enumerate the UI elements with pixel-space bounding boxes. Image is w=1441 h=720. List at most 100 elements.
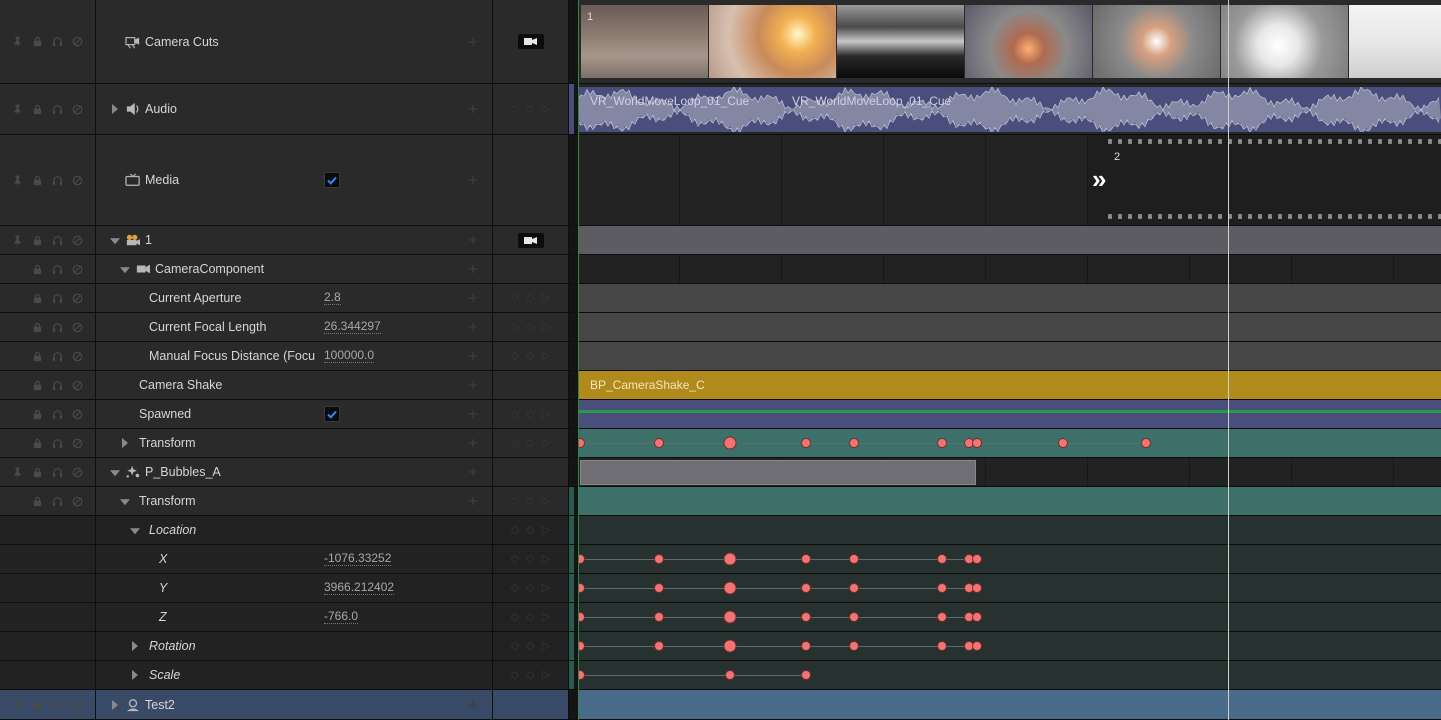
keyframe[interactable] (723, 610, 737, 624)
add-key-icon[interactable]: ◇ (526, 408, 534, 420)
collapse-arrow-icon[interactable] (120, 499, 130, 506)
track-name-cell[interactable]: Location (96, 516, 493, 544)
track-row-audio[interactable]: Audio + ◇ ◇ ▷ VR_WorldMoveLoop_01_Cue VR_World… (0, 84, 1441, 135)
keyframe[interactable] (578, 583, 585, 593)
track-name-cell[interactable]: Audio + (96, 84, 493, 134)
next-key-icon[interactable]: ▷ (542, 495, 550, 507)
camera-lock-button[interactable] (517, 34, 544, 49)
track-row-spawned[interactable]: Spawned + ◇ ◇ ▷ (0, 400, 1441, 429)
timeline-lane[interactable] (578, 400, 1441, 428)
expand-arrow-icon[interactable] (112, 104, 118, 114)
timeline-lane[interactable] (578, 545, 1441, 573)
keyframe[interactable] (937, 554, 947, 564)
collapse-arrow-icon[interactable] (120, 267, 130, 274)
lock-icon[interactable] (32, 174, 44, 186)
add-track-button[interactable]: + (468, 435, 478, 452)
timeline-lane[interactable] (578, 574, 1441, 602)
headphones-icon[interactable] (52, 408, 64, 420)
timeline-lane[interactable] (578, 516, 1441, 544)
keyframe-track[interactable] (578, 574, 1441, 602)
next-key-icon[interactable]: ▷ (542, 292, 550, 304)
keyframe-track[interactable] (578, 545, 1441, 573)
track-row-location[interactable]: Location ◇ ◇ ▷ (0, 516, 1441, 545)
property-value-field[interactable]: -766.0 (324, 610, 359, 624)
camera-shake-section[interactable]: BP_CameraShake_C (578, 371, 1441, 399)
headphones-icon[interactable] (52, 699, 64, 711)
headphones-icon[interactable] (52, 437, 64, 449)
track-row-transform[interactable]: Transform + ◇ ◇ ▷ (0, 429, 1441, 458)
add-key-icon[interactable]: ◇ (526, 611, 534, 623)
add-track-button[interactable]: + (468, 172, 478, 189)
timeline-lane[interactable]: 2» (578, 135, 1441, 225)
prev-key-icon[interactable]: ◇ (511, 321, 519, 333)
keyframe[interactable] (801, 670, 811, 680)
headphones-icon[interactable] (52, 263, 64, 275)
expand-arrow-icon[interactable] (122, 438, 128, 448)
timeline-lane[interactable] (578, 603, 1441, 631)
timeline-lane[interactable] (578, 632, 1441, 660)
add-key-icon[interactable]: ◇ (526, 437, 534, 449)
track-row-scale[interactable]: Scale ◇ ◇ ▷ (0, 661, 1441, 690)
add-track-button[interactable]: + (468, 696, 478, 713)
pin-icon[interactable] (12, 174, 24, 186)
keyframe[interactable] (578, 670, 585, 680)
timeline-lane[interactable] (578, 226, 1441, 254)
timeline-lane[interactable]: BP_CameraShake_C (578, 371, 1441, 399)
timeline-lane[interactable] (578, 255, 1441, 283)
track-name-cell[interactable]: Camera Shake + (96, 371, 493, 399)
mute-icon[interactable] (72, 495, 84, 507)
mute-icon[interactable] (72, 103, 84, 115)
keyframe-track[interactable] (578, 661, 1441, 689)
keyframe[interactable] (578, 641, 585, 651)
next-key-icon[interactable]: ▷ (542, 582, 550, 594)
track-row-camera-cuts[interactable]: Camera Cuts +1 (0, 0, 1441, 84)
track-row-bubbles-transform[interactable]: Transform + ◇ ◇ ▷ (0, 487, 1441, 516)
add-track-button[interactable]: + (468, 232, 478, 249)
track-row-loc-y[interactable]: Y 3966.212402 ◇ ◇ ▷ (0, 574, 1441, 603)
mute-icon[interactable] (72, 174, 84, 186)
track-name-cell[interactable]: Transform + (96, 429, 493, 457)
test2-section[interactable] (578, 690, 1441, 719)
lock-icon[interactable] (32, 36, 44, 48)
add-track-button[interactable]: + (468, 261, 478, 278)
add-key-icon[interactable]: ◇ (526, 640, 534, 652)
prev-key-icon[interactable]: ◇ (511, 524, 519, 536)
prev-key-icon[interactable]: ◇ (511, 495, 519, 507)
keyframe[interactable] (937, 583, 947, 593)
expand-arrow-icon[interactable] (132, 670, 138, 680)
collapse-arrow-icon[interactable] (110, 470, 120, 477)
track-row-loc-x[interactable]: X -1076.33252 ◇ ◇ ▷ (0, 545, 1441, 574)
keyframe[interactable] (972, 612, 982, 622)
keyframe[interactable] (849, 554, 859, 564)
keyframe[interactable] (972, 554, 982, 564)
track-row-shot-1[interactable]: 1 + (0, 226, 1441, 255)
track-row-camera-shake[interactable]: Camera Shake + BP_CameraShake_C (0, 371, 1441, 400)
property-section[interactable] (578, 313, 1441, 341)
track-row-media[interactable]: Media +2» (0, 135, 1441, 226)
pin-icon[interactable] (12, 36, 24, 48)
pin-icon[interactable] (12, 699, 24, 711)
mute-icon[interactable] (72, 321, 84, 333)
add-track-button[interactable]: + (468, 319, 478, 336)
keyframe[interactable] (1058, 438, 1068, 448)
track-row-rotation[interactable]: Rotation ◇ ◇ ▷ (0, 632, 1441, 661)
add-track-button[interactable]: + (468, 33, 478, 50)
keyframe[interactable] (937, 641, 947, 651)
keyframe[interactable] (723, 552, 737, 566)
keyframe-track[interactable] (578, 429, 1441, 457)
prev-key-icon[interactable]: ◇ (511, 611, 519, 623)
timeline-lane[interactable] (578, 458, 1441, 486)
lock-icon[interactable] (32, 350, 44, 362)
track-name-cell[interactable]: Spawned + (96, 400, 493, 428)
keyframe[interactable] (801, 612, 811, 622)
keyframe[interactable] (725, 670, 735, 680)
prev-key-icon[interactable]: ◇ (511, 350, 519, 362)
headphones-icon[interactable] (52, 234, 64, 246)
next-key-icon[interactable]: ▷ (542, 321, 550, 333)
headphones-icon[interactable] (52, 174, 64, 186)
shot-section[interactable] (578, 226, 1441, 254)
shot-thumbnail[interactable] (581, 5, 708, 78)
keyframe[interactable] (654, 554, 664, 564)
track-name-cell[interactable]: Current Focal Length 26.344297 + (96, 313, 493, 341)
mute-icon[interactable] (72, 466, 84, 478)
